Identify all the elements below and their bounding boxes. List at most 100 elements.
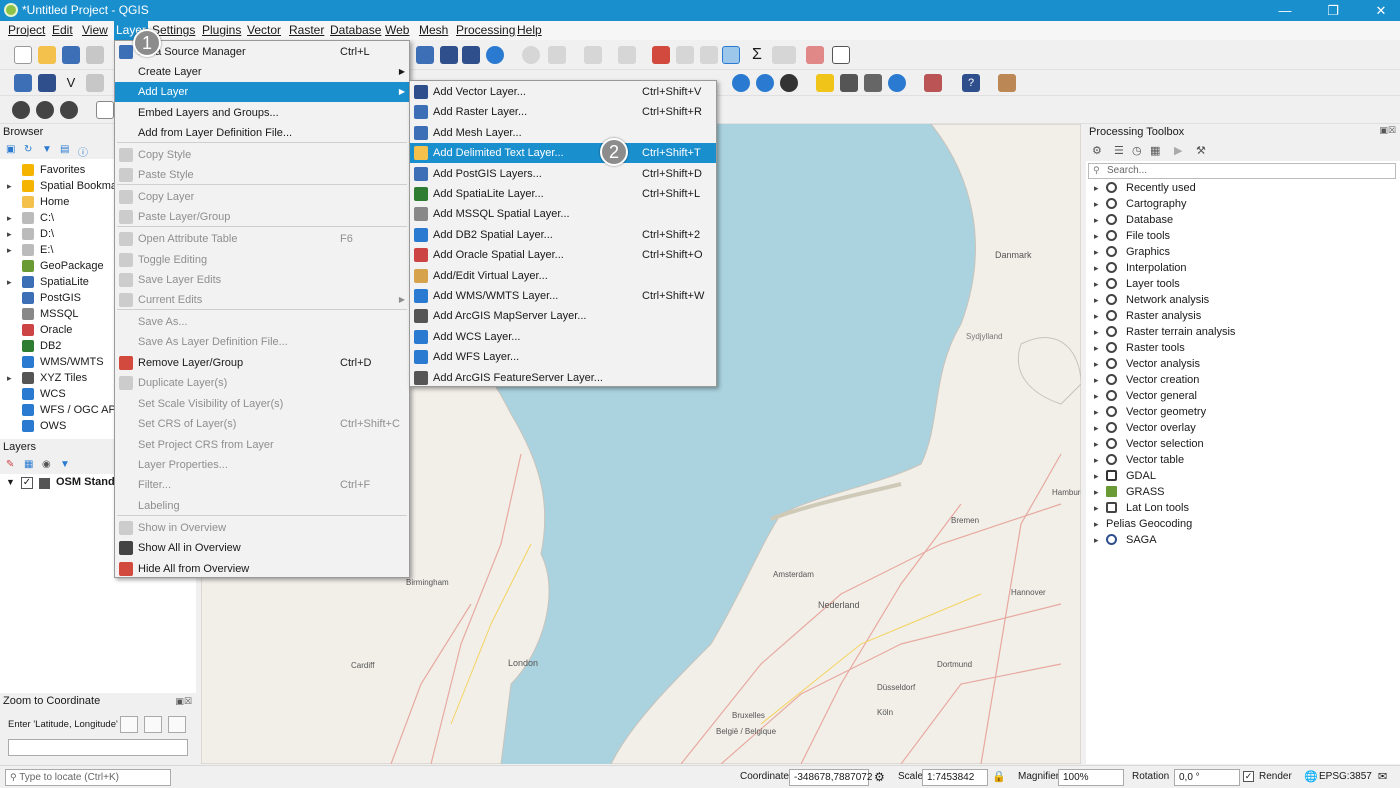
processing-panel-close-icon[interactable]: ▣☒	[1379, 125, 1396, 136]
scale-field[interactable]: 1:7453842	[922, 769, 988, 786]
locator-input[interactable]: ⚲ Type to locate (Ctrl+K)	[5, 769, 171, 786]
expand-arrow-icon[interactable]: ▸	[1094, 340, 1099, 356]
render-checkbox[interactable]: ✓	[1243, 771, 1254, 782]
save-project-icon[interactable]	[62, 46, 80, 64]
processing-item-vector-table[interactable]: ▸ Vector table	[1094, 452, 1394, 468]
pick-xy-icon[interactable]	[864, 74, 882, 92]
coordinate-input[interactable]	[8, 739, 188, 756]
rotation-field[interactable]: 0,0 °	[1174, 769, 1240, 786]
expand-arrow-icon[interactable]: ▸	[7, 242, 12, 258]
processing-item-database[interactable]: ▸ Database	[1094, 212, 1394, 228]
expand-arrow-icon[interactable]: ▸	[1094, 468, 1099, 484]
add-layer-item-add-arcgis-featureserver-layer[interactable]: Add ArcGIS FeatureServer Layer...	[410, 368, 716, 388]
add-layer-item-add-postgis-layers[interactable]: Add PostGIS Layers... Ctrl+Shift+D	[410, 164, 716, 184]
layer-menu-item-open-attribute-table[interactable]: Open Attribute Table F6	[115, 229, 409, 249]
expand-arrow-icon[interactable]: ▸	[1094, 436, 1099, 452]
menu-vector[interactable]: Vector	[247, 23, 281, 37]
processing-item-vector-creation[interactable]: ▸ Vector creation	[1094, 372, 1394, 388]
layer-menu-item-paste-layer-group[interactable]: Paste Layer/Group	[115, 207, 409, 227]
add-layer-item-add-arcgis-mapserver-layer[interactable]: Add ArcGIS MapServer Layer...	[410, 306, 716, 326]
layer-menu-item-hide-all-from-overview[interactable]: Hide All from Overview	[115, 559, 409, 579]
add-layer-item-add-mssql-spatial-layer[interactable]: Add MSSQL Spatial Layer...	[410, 204, 716, 224]
plugin-icon[interactable]	[840, 74, 858, 92]
expand-arrow-icon[interactable]: ▸	[1094, 484, 1099, 500]
processing-item-gdal[interactable]: ▸ GDAL	[1094, 468, 1394, 484]
batch-icon[interactable]: ▶	[1174, 144, 1182, 157]
identify-icon[interactable]	[522, 46, 540, 64]
measure-icon[interactable]	[772, 46, 796, 64]
expand-arrow-icon[interactable]: ▸	[1094, 452, 1099, 468]
help-icon[interactable]: ?	[962, 74, 980, 92]
edit-icon[interactable]	[998, 74, 1016, 92]
zoom-panel-close-icon[interactable]: ▣☒	[175, 696, 192, 707]
python-icon[interactable]	[816, 74, 834, 92]
layer-expand-icon[interactable]: ▼	[6, 477, 15, 487]
layer-menu-item-labeling[interactable]: Labeling	[115, 496, 409, 516]
layer-menu-item-create-layer[interactable]: Create Layer ▶	[115, 62, 409, 82]
layer-menu-item-set-crs-of-layer-s[interactable]: Set CRS of Layer(s) Ctrl+Shift+C	[115, 414, 409, 434]
add-layer-item-add-mesh-layer[interactable]: Add Mesh Layer...	[410, 123, 716, 143]
options-icon[interactable]: ⚒	[1196, 144, 1206, 157]
processing-item-recently-used[interactable]: ▸ Recently used	[1094, 180, 1394, 196]
processing-item-vector-geometry[interactable]: ▸ Vector geometry	[1094, 404, 1394, 420]
processing-item-layer-tools[interactable]: ▸ Layer tools	[1094, 276, 1394, 292]
processing-item-raster-terrain-analysis[interactable]: ▸ Raster terrain analysis	[1094, 324, 1394, 340]
clear-marker-icon[interactable]	[168, 716, 186, 733]
menu-view[interactable]: View	[82, 23, 108, 37]
expand-arrow-icon[interactable]: ▸	[1094, 276, 1099, 292]
maximize-button[interactable]: ❐	[1318, 2, 1348, 19]
expand-arrow-icon[interactable]: ▸	[1094, 372, 1099, 388]
scripts-icon[interactable]: ☰	[1114, 144, 1124, 157]
expand-arrow-icon[interactable]: ▸	[1094, 308, 1099, 324]
pan-icon[interactable]	[462, 46, 480, 64]
expand-arrow-icon[interactable]: ▸	[7, 178, 12, 194]
print-layout-icon[interactable]	[86, 46, 104, 64]
menu-project[interactable]: Project	[8, 23, 45, 37]
add-layer-item-add-db2-spatial-layer[interactable]: Add DB2 Spatial Layer... Ctrl+Shift+2	[410, 225, 716, 245]
minimize-button[interactable]: —	[1270, 2, 1300, 19]
add-layer-item-add-wfs-layer[interactable]: Add WFS Layer...	[410, 347, 716, 367]
globe-grid-3-icon[interactable]	[60, 101, 78, 119]
expand-arrow-icon[interactable]: ▸	[1094, 180, 1099, 196]
add-layer-item-add-edit-virtual-layer[interactable]: Add/Edit Virtual Layer...	[410, 266, 716, 286]
models-icon[interactable]: ⚙	[1092, 144, 1102, 157]
expand-arrow-icon[interactable]: ▸	[1094, 500, 1099, 516]
save-edits-icon[interactable]	[440, 46, 458, 64]
layer-menu-item-add-layer[interactable]: Add Layer ▶	[115, 82, 409, 102]
expand-arrow-icon[interactable]: ▸	[7, 210, 12, 226]
info-icon[interactable]: ⓘ	[78, 144, 88, 159]
processing-item-raster-analysis[interactable]: ▸ Raster analysis	[1094, 308, 1394, 324]
add-group-icon[interactable]: ▦	[24, 459, 33, 470]
field-calculator-icon[interactable]	[700, 46, 718, 64]
manage-visibility-icon[interactable]: ◉	[42, 459, 51, 470]
document-icon[interactable]	[96, 101, 114, 119]
processing-item-vector-overlay[interactable]: ▸ Vector overlay	[1094, 420, 1394, 436]
expand-arrow-icon[interactable]: ▸	[1094, 292, 1099, 308]
collapse-icon[interactable]: ▤	[60, 144, 69, 155]
add-layer-item-add-wcs-layer[interactable]: Add WCS Layer...	[410, 327, 716, 347]
expand-arrow-icon[interactable]: ▸	[1094, 420, 1099, 436]
attribute-table-icon[interactable]	[618, 46, 636, 64]
layer-menu-item-add-from-layer-definition-file[interactable]: Add from Layer Definition File...	[115, 123, 409, 143]
globe-grid-icon[interactable]	[12, 101, 30, 119]
expand-arrow-icon[interactable]: ▸	[1094, 388, 1099, 404]
expand-arrow-icon[interactable]: ▸	[1094, 244, 1099, 260]
layer-menu-item-show-in-overview[interactable]: Show in Overview	[115, 518, 409, 538]
layer-menu-item-set-scale-visibility-of-layer-s[interactable]: Set Scale Visibility of Layer(s)	[115, 394, 409, 414]
extents-icon[interactable]: ⚙	[874, 770, 885, 784]
processing-item-network-analysis[interactable]: ▸ Network analysis	[1094, 292, 1394, 308]
expand-arrow-icon[interactable]: ▸	[1094, 516, 1099, 532]
rotate-icon[interactable]	[888, 74, 906, 92]
layer-menu-item-set-project-crs-from-layer[interactable]: Set Project CRS from Layer	[115, 435, 409, 455]
magnifier-field[interactable]: 100%	[1058, 769, 1124, 786]
add-layer-item-add-vector-layer[interactable]: Add Vector Layer... Ctrl+Shift+V	[410, 82, 716, 102]
map-tips-icon[interactable]	[806, 46, 824, 64]
crs-globe-icon[interactable]: 🌐	[1304, 770, 1318, 783]
layer-menu-item-save-layer-edits[interactable]: Save Layer Edits	[115, 270, 409, 290]
zoom-to-icon[interactable]	[120, 716, 138, 733]
processing-item-vector-general[interactable]: ▸ Vector general	[1094, 388, 1394, 404]
filter-legend-icon[interactable]: ▼	[60, 459, 70, 470]
layer-menu-item-embed-layers-and-groups[interactable]: Embed Layers and Groups...	[115, 103, 409, 123]
layer-menu-item-save-as[interactable]: Save As...	[115, 312, 409, 332]
digitize-icon[interactable]	[86, 74, 104, 92]
